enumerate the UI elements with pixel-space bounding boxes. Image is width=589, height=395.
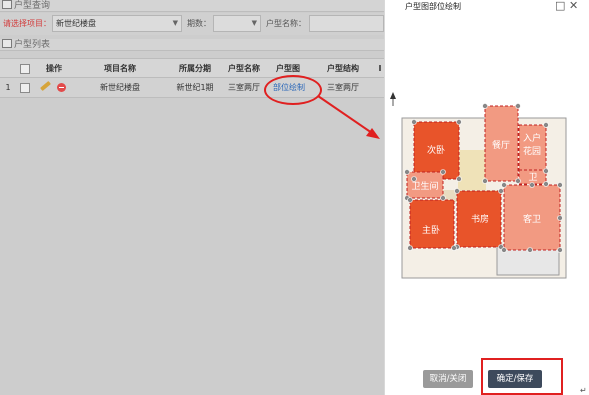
label-study: 书房: [471, 213, 489, 225]
label-bath: 卫生间: [411, 180, 438, 192]
label-entrance: 入户: [523, 132, 541, 144]
cancel-button[interactable]: 取消/关闭: [423, 370, 473, 388]
label-bedroom2: 次卧: [427, 144, 445, 156]
label-garden: 花园: [523, 145, 541, 157]
return-glyph: ↵: [580, 386, 587, 395]
north-arrow-icon: [390, 92, 396, 106]
save-button[interactable]: 确定/保存: [488, 370, 542, 388]
label-master: 主卧: [422, 224, 440, 236]
label-bath-side: 卫: [528, 173, 537, 183]
label-guest: 客卫: [523, 213, 541, 225]
room-master[interactable]: [409, 199, 455, 249]
floor-plan: 次卧 餐厅 入户 花园 卫生间 卫 书房 主卧 客卫: [390, 92, 567, 279]
label-dining: 餐厅: [492, 139, 510, 151]
